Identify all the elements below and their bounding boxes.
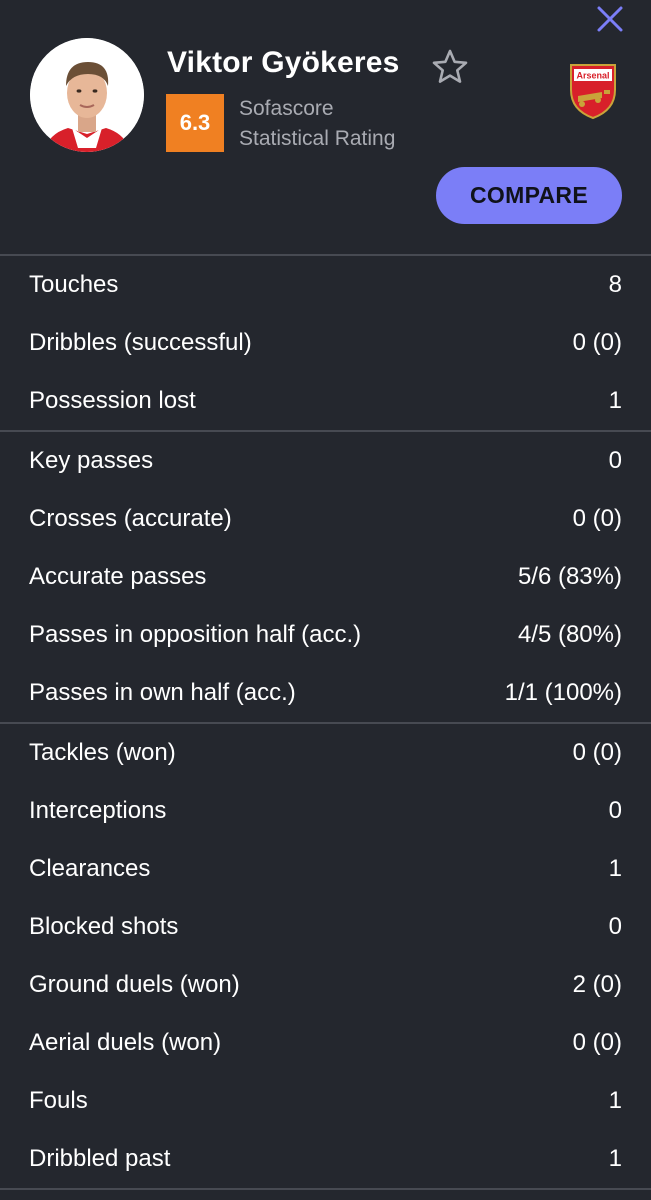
- stat-value: 5/6 (83%): [517, 563, 622, 590]
- stat-value: 1: [608, 1145, 622, 1172]
- stat-row: Blocked shots 0: [0, 898, 651, 956]
- stat-row: Dribbled past 1: [0, 1130, 651, 1188]
- stat-row: Aerial duels (won) 0 (0): [0, 1014, 651, 1072]
- stat-label: Dribbled past: [29, 1145, 171, 1172]
- stat-row: Passes in own half (acc.) 1/1 (100%): [0, 664, 651, 722]
- stat-row: Ground duels (won) 2 (0): [0, 956, 651, 1014]
- stat-row: Tackles (won) 0 (0): [0, 724, 651, 782]
- stats-group: Tackles (won) 0 (0) Interceptions 0 Clearanc…: [0, 724, 651, 1188]
- player-avatar[interactable]: [30, 38, 144, 152]
- stat-label: Key passes: [29, 447, 154, 474]
- stat-row: Possession lost 1: [0, 372, 651, 430]
- stat-row: Touches 8: [0, 256, 651, 314]
- rating-label-line2: Statistical Rating: [239, 127, 396, 150]
- stat-label: Crosses (accurate): [29, 505, 232, 532]
- stat-value: 0: [608, 447, 622, 474]
- compare-button[interactable]: COMPARE: [436, 167, 622, 224]
- stat-value: 0 (0): [572, 505, 622, 532]
- stat-row: Passes in opposition half (acc.) 4/5 (80%…: [0, 606, 651, 664]
- stats-group: Key passes 0 Crosses (accurate) 0 (0) Accura…: [0, 432, 651, 722]
- stat-value: 1: [608, 1087, 622, 1114]
- stat-value: 0 (0): [572, 329, 622, 356]
- stat-label: Interceptions: [29, 797, 167, 824]
- stat-value: 2 (0): [572, 971, 622, 998]
- stat-label: Possession lost: [29, 387, 196, 414]
- stat-row: Crosses (accurate) 0 (0): [0, 490, 651, 548]
- stat-label: Accurate passes: [29, 563, 207, 590]
- stat-label: Ground duels (won): [29, 971, 240, 998]
- stat-row: Interceptions 0: [0, 782, 651, 840]
- stat-label: Touches: [29, 271, 119, 298]
- stat-label: Blocked shots: [29, 913, 179, 940]
- club-crest-text: Arsenal: [576, 71, 609, 81]
- stat-value: 1: [608, 855, 622, 882]
- stat-value: 0: [608, 913, 622, 940]
- close-icon[interactable]: [595, 4, 625, 34]
- player-stats-panel: Viktor Gyökeres 6.3 Sofascore Statistica…: [0, 0, 651, 1200]
- stat-value: 1/1 (100%): [504, 679, 622, 706]
- player-name: Viktor Gyökeres: [167, 46, 400, 79]
- stat-row: Dribbles (successful) 0 (0): [0, 314, 651, 372]
- stat-value: 0 (0): [572, 1029, 622, 1056]
- divider: [0, 1188, 651, 1190]
- stat-row: Clearances 1: [0, 840, 651, 898]
- player-header: Viktor Gyökeres 6.3 Sofascore Statistica…: [0, 0, 651, 254]
- stats-list: Touches 8 Dribbles (successful) 0 (0) Posses…: [0, 256, 651, 1190]
- stat-label: Dribbles (successful): [29, 329, 252, 356]
- star-icon[interactable]: [431, 48, 469, 86]
- rating-label: Sofascore Statistical Rating: [239, 94, 395, 154]
- stat-row: Accurate passes 5/6 (83%): [0, 548, 651, 606]
- rating-badge: 6.3: [166, 94, 224, 152]
- stats-group: Touches 8 Dribbles (successful) 0 (0) Posses…: [0, 256, 651, 430]
- stat-value: 0: [608, 797, 622, 824]
- stat-value: 0 (0): [572, 739, 622, 766]
- stat-value: 4/5 (80%): [517, 621, 622, 648]
- club-crest[interactable]: Arsenal: [568, 62, 618, 120]
- stat-label: Fouls: [29, 1087, 88, 1114]
- stat-label: Passes in opposition half (acc.): [29, 621, 362, 648]
- stat-label: Clearances: [29, 855, 151, 882]
- stat-row: Key passes 0: [0, 432, 651, 490]
- stat-label: Tackles (won): [29, 739, 176, 766]
- rating-label-line1: Sofascore: [239, 97, 334, 120]
- stat-value: 8: [608, 271, 622, 298]
- stat-row: Fouls 1: [0, 1072, 651, 1130]
- stat-label: Aerial duels (won): [29, 1029, 222, 1056]
- stat-label: Passes in own half (acc.): [29, 679, 296, 706]
- stat-value: 1: [608, 387, 622, 414]
